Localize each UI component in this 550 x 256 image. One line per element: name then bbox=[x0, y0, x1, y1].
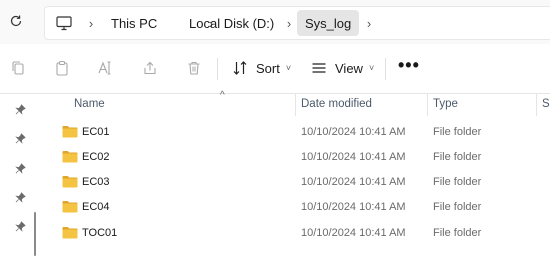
pin-icon[interactable] bbox=[13, 131, 27, 145]
address-bar-row: › This PC › Local Disk (D:) › Sys_log › bbox=[0, 0, 550, 44]
file-type: File folder bbox=[433, 151, 482, 163]
chevron-right-icon[interactable]: › bbox=[363, 7, 375, 39]
more-options-button[interactable]: ••• bbox=[398, 56, 420, 74]
pin-icon[interactable] bbox=[13, 190, 27, 204]
file-date-modified: 10/10/2024 10:41 AM bbox=[301, 227, 406, 239]
file-name: TOC01 bbox=[82, 227, 118, 239]
file-name: EC01 bbox=[82, 126, 110, 138]
sort-label: Sort bbox=[256, 60, 280, 76]
file-type: File folder bbox=[433, 227, 482, 239]
file-name: EC02 bbox=[82, 151, 110, 163]
file-type: File folder bbox=[433, 201, 482, 213]
folder-icon bbox=[62, 126, 78, 138]
pin-icon[interactable] bbox=[13, 219, 27, 233]
crumb-sys-log[interactable]: Sys_log bbox=[297, 10, 360, 36]
folder-icon bbox=[62, 176, 78, 188]
chevron-right-icon[interactable]: › bbox=[85, 7, 97, 39]
chevron-down-icon: ˅ bbox=[285, 63, 292, 73]
nav-pane-scrollbar[interactable] bbox=[34, 212, 36, 256]
refresh-icon bbox=[10, 15, 22, 27]
copy-button[interactable] bbox=[8, 58, 28, 78]
file-name: EC04 bbox=[82, 201, 110, 213]
sort-button[interactable]: Sort ˅ bbox=[232, 55, 291, 81]
folder-icon bbox=[62, 151, 78, 163]
file-type: File folder bbox=[433, 126, 482, 138]
crumb-local-disk[interactable]: Local Disk (D:) bbox=[189, 7, 274, 39]
paste-icon bbox=[56, 60, 68, 76]
column-header-date[interactable]: Date modified bbox=[301, 98, 372, 110]
file-date-modified: 10/10/2024 10:41 AM bbox=[301, 201, 406, 213]
share-button[interactable] bbox=[140, 58, 160, 78]
delete-button[interactable] bbox=[184, 58, 204, 78]
copy-icon bbox=[12, 61, 24, 75]
file-date-modified: 10/10/2024 10:41 AM bbox=[301, 176, 406, 188]
sort-ascending-icon: ^ bbox=[220, 90, 225, 101]
column-header-row: ^ Name Date modified Type Si bbox=[44, 90, 550, 116]
column-divider[interactable] bbox=[295, 94, 296, 116]
file-date-modified: 10/10/2024 10:41 AM bbox=[301, 126, 406, 138]
folder-icon bbox=[62, 201, 78, 213]
pin-icon[interactable] bbox=[13, 102, 27, 116]
navigation-pane bbox=[0, 94, 44, 256]
file-row[interactable]: EC04 10/10/2024 10:41 AM File folder bbox=[44, 196, 550, 221]
rename-button[interactable] bbox=[95, 58, 115, 78]
file-row[interactable]: EC02 10/10/2024 10:41 AM File folder bbox=[44, 146, 550, 171]
view-button[interactable]: View ˅ bbox=[311, 55, 374, 81]
column-divider[interactable] bbox=[536, 94, 537, 116]
column-header-size[interactable]: Si bbox=[542, 98, 550, 110]
file-row[interactable]: EC03 10/10/2024 10:41 AM File folder bbox=[44, 171, 550, 196]
file-date-modified: 10/10/2024 10:41 AM bbox=[301, 151, 406, 163]
pin-icon[interactable] bbox=[13, 161, 27, 175]
toolbar-divider bbox=[217, 58, 218, 80]
crumb-this-pc[interactable]: This PC bbox=[111, 7, 157, 39]
folder-icon bbox=[62, 227, 78, 239]
view-list-icon bbox=[312, 63, 326, 73]
column-header-type[interactable]: Type bbox=[433, 98, 458, 110]
trash-icon bbox=[188, 61, 200, 75]
share-icon bbox=[144, 61, 156, 75]
file-type: File folder bbox=[433, 176, 482, 188]
file-row[interactable]: EC01 10/10/2024 10:41 AM File folder bbox=[44, 121, 550, 146]
paste-button[interactable] bbox=[52, 58, 72, 78]
chevron-right-icon[interactable]: › bbox=[283, 7, 295, 39]
sort-icon bbox=[233, 61, 247, 75]
command-bar: Sort ˅ View ˅ ••• bbox=[0, 44, 550, 94]
this-pc-icon[interactable] bbox=[54, 7, 74, 39]
toolbar-divider bbox=[385, 58, 386, 80]
file-name: EC03 bbox=[82, 176, 110, 188]
column-header-name[interactable]: Name bbox=[74, 98, 105, 110]
column-divider[interactable] bbox=[427, 94, 428, 116]
refresh-button[interactable] bbox=[5, 10, 27, 32]
rename-icon bbox=[98, 61, 111, 75]
address-bar[interactable]: › This PC › Local Disk (D:) › Sys_log › bbox=[44, 6, 550, 40]
chevron-down-icon: ˅ bbox=[368, 63, 375, 73]
view-label: View bbox=[335, 60, 363, 76]
file-row[interactable]: TOC01 10/10/2024 10:41 AM File folder bbox=[44, 222, 550, 247]
